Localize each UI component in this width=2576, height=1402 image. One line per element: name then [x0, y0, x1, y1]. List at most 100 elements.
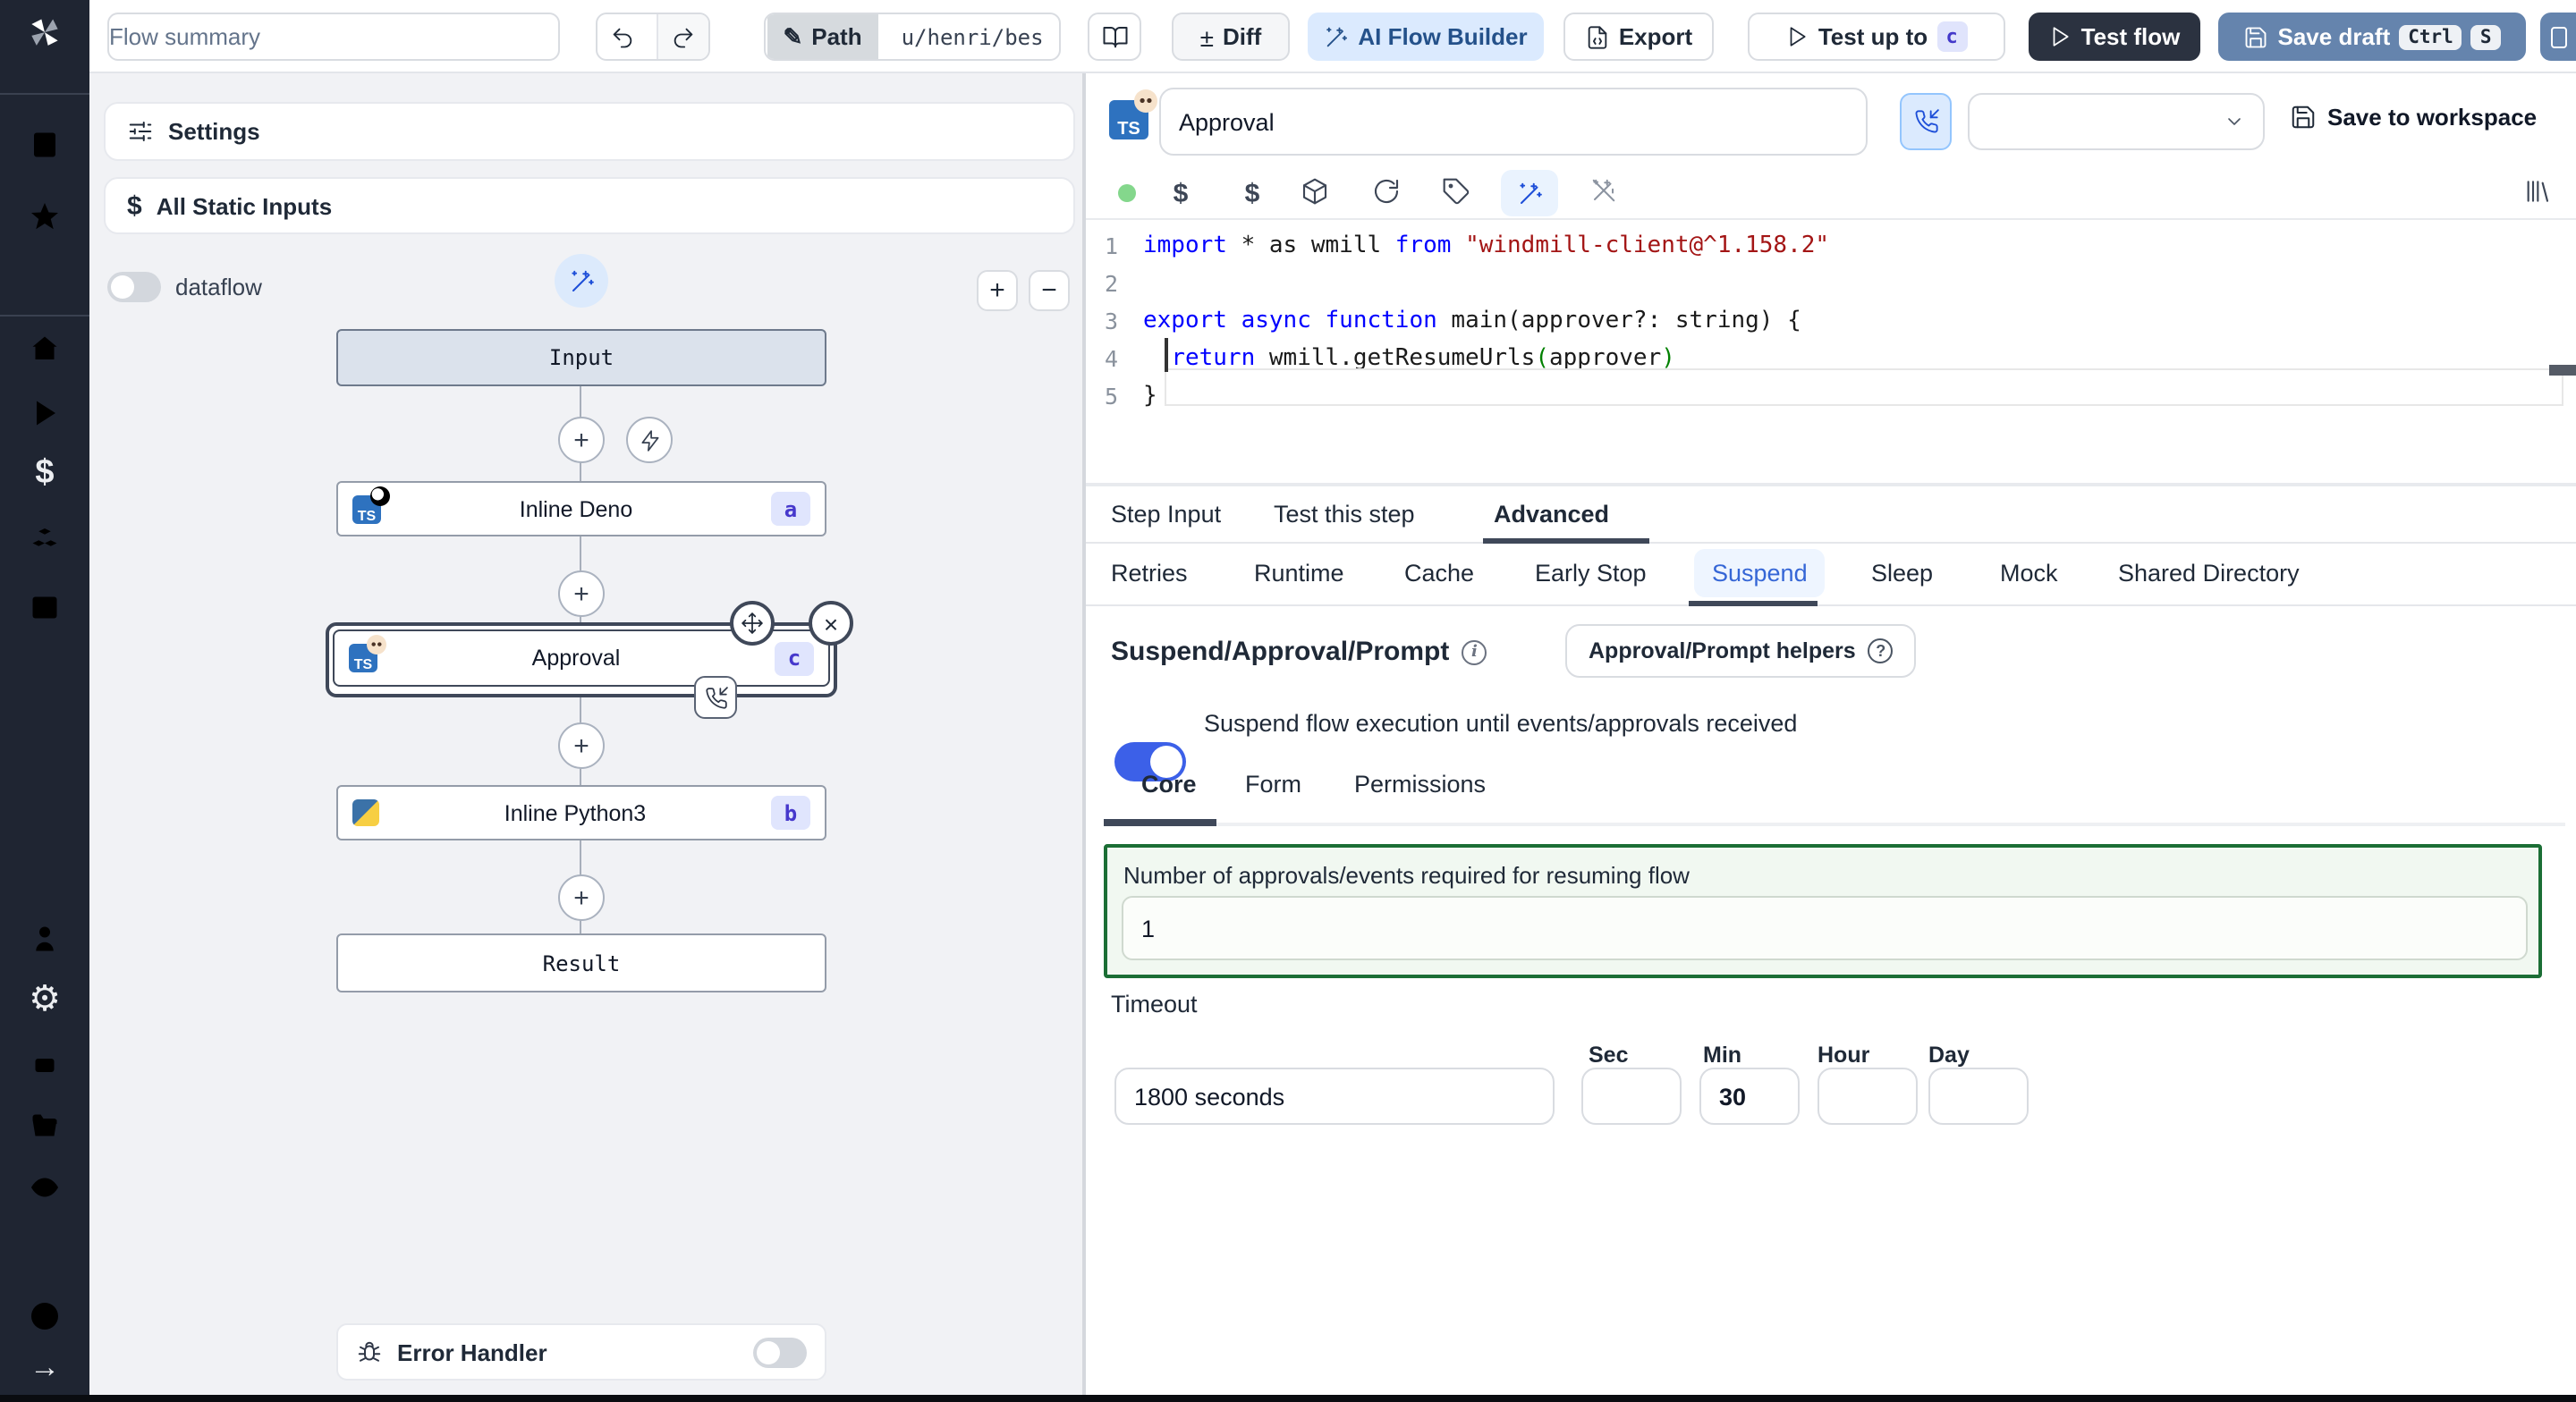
library-icon[interactable]	[2522, 177, 2551, 206]
docs-button[interactable]	[1088, 13, 1141, 61]
code-line[interactable]: 1 import * as wmill from "windmill-client…	[1086, 227, 2576, 265]
test-flow-button[interactable]: Test flow	[2029, 13, 2200, 61]
windmill-logo-icon[interactable]	[25, 14, 64, 54]
error-handler-toggle[interactable]	[753, 1337, 807, 1367]
diff-button[interactable]: ± Diff	[1172, 13, 1290, 61]
flow-node-result[interactable]: Result	[336, 933, 826, 992]
wand-sparkles-icon	[1519, 182, 1541, 203]
tab-cache[interactable]: Cache	[1404, 560, 1474, 587]
person-icon[interactable]	[29, 923, 61, 955]
dataflow-toggle[interactable]	[107, 272, 161, 302]
tab-advanced-underline	[1483, 538, 1649, 544]
editor-scrollbar-mark[interactable]	[2549, 365, 2576, 376]
script-version-select[interactable]	[1968, 93, 2265, 150]
error-handler-bar[interactable]: Error Handler	[336, 1323, 826, 1381]
suspend-phone-badge[interactable]	[694, 676, 737, 719]
tab-test-this-step[interactable]: Test this step	[1274, 501, 1415, 528]
package-icon[interactable]	[1301, 177, 1329, 206]
flow-node-input[interactable]: Input	[336, 329, 826, 386]
ai-flow-builder-button[interactable]: AI Flow Builder	[1308, 13, 1544, 61]
code-line[interactable]: 3 export async function main(approver?: s…	[1086, 302, 2576, 340]
home-icon[interactable]	[29, 333, 61, 365]
suspend-toggle-label: Suspend flow execution until events/appr…	[1204, 710, 1798, 737]
flow-node-approval-selected[interactable]: TS Approval c ×	[326, 601, 853, 719]
play-icon[interactable]	[29, 397, 61, 429]
tab-retries[interactable]: Retries	[1111, 560, 1188, 587]
step-name-input[interactable]: Approval	[1159, 88, 1868, 156]
flow-node-inline-deno[interactable]: TS Inline Deno a	[336, 481, 826, 536]
info-icon[interactable]: i	[1462, 639, 1487, 664]
cubes-icon[interactable]	[29, 526, 61, 558]
line-number: 5	[1104, 383, 1118, 410]
add-step-button[interactable]: +	[558, 570, 605, 617]
test-up-to-button[interactable]: Test up to c	[1748, 13, 2005, 61]
save-to-workspace-button[interactable]: Save to workspace	[2290, 104, 2537, 131]
approvals-required-input[interactable]: 1	[1122, 896, 2528, 960]
arrow-right-icon[interactable]: →	[29, 1350, 61, 1384]
move-node-handle[interactable]	[730, 601, 775, 646]
zoom-out-button[interactable]: −	[1029, 270, 1070, 311]
ai-assistant-button-active[interactable]	[1501, 170, 1558, 216]
deploy-button-partial[interactable]	[2540, 13, 2576, 61]
code-line[interactable]: 2	[1086, 265, 2576, 302]
unit-hour-label: Hour	[1818, 1043, 1870, 1068]
flow-settings-bar[interactable]: Settings	[104, 102, 1075, 161]
flow-summary-input[interactable]: Flow summary	[107, 13, 560, 61]
flow-node-inline-python[interactable]: Inline Python3 b	[336, 785, 826, 840]
play-outline-icon	[1791, 27, 1807, 46]
approval-node-label: Approval	[531, 646, 621, 671]
ai-wand-button[interactable]	[555, 254, 608, 308]
eye-icon[interactable]	[29, 1171, 61, 1204]
save-draft-button[interactable]: Save draft Ctrl S	[2218, 13, 2526, 61]
add-step-button[interactable]: +	[558, 722, 605, 769]
building-icon[interactable]	[29, 129, 61, 161]
tag-icon[interactable]	[1442, 177, 1470, 206]
folder-icon[interactable]	[29, 1111, 61, 1143]
test-flow-label: Test flow	[2080, 23, 2181, 50]
calendar-icon[interactable]	[29, 590, 61, 622]
tab-suspend-active[interactable]: Suspend	[1694, 549, 1826, 597]
tab-permissions[interactable]: Permissions	[1354, 771, 1486, 798]
tab-shared-directory[interactable]: Shared Directory	[2118, 560, 2300, 587]
code-token: "windmill-client@^1.158.2"	[1465, 232, 1830, 259]
help-circle-icon[interactable]	[29, 1300, 61, 1332]
robot-icon[interactable]	[29, 1048, 61, 1080]
tab-runtime[interactable]: Runtime	[1254, 560, 1344, 587]
timeout-min-input[interactable]: 30	[1699, 1068, 1800, 1125]
ai-disabled-icon[interactable]	[1590, 177, 1617, 204]
star-icon[interactable]	[29, 200, 61, 232]
current-line-highlight	[1165, 368, 2563, 406]
dollar-icon[interactable]: $	[29, 454, 61, 492]
delete-node-button[interactable]: ×	[809, 601, 853, 646]
tab-form[interactable]: Form	[1245, 771, 1301, 798]
editor-status-dot	[1118, 184, 1136, 202]
timeout-input[interactable]: 1800 seconds	[1114, 1068, 1555, 1125]
diff-label: Diff	[1223, 23, 1262, 50]
add-step-button[interactable]: +	[558, 874, 605, 921]
timeout-day-input[interactable]	[1928, 1068, 2029, 1125]
tab-step-input[interactable]: Step Input	[1111, 501, 1221, 528]
tab-advanced-active[interactable]: Advanced	[1494, 501, 1609, 528]
export-button[interactable]: Export	[1563, 13, 1714, 61]
dollar-icon: $	[127, 190, 142, 221]
timeout-sec-input[interactable]	[1581, 1068, 1682, 1125]
tab-sleep[interactable]: Sleep	[1871, 560, 1933, 587]
zoom-in-button[interactable]: +	[977, 270, 1018, 311]
undo-button[interactable]	[597, 14, 648, 59]
tab-early-stop[interactable]: Early Stop	[1535, 560, 1647, 587]
resource-picker-icon[interactable]: $	[1233, 173, 1272, 213]
reload-icon[interactable]	[1372, 177, 1401, 206]
suspend-phone-toggle-button[interactable]	[1900, 93, 1952, 150]
all-static-inputs-bar[interactable]: $ All Static Inputs	[104, 177, 1075, 234]
trigger-button[interactable]	[626, 417, 673, 463]
add-step-button[interactable]: +	[558, 417, 605, 463]
gear-icon[interactable]: ⚙	[29, 979, 61, 1018]
tab-mock[interactable]: Mock	[2000, 560, 2058, 587]
variable-picker-icon[interactable]: $	[1161, 173, 1200, 213]
redo-button[interactable]	[657, 14, 708, 59]
tab-core-active[interactable]: Core	[1141, 771, 1197, 798]
suspend-section-header: Suspend/Approval/Prompt i	[1111, 637, 1487, 667]
timeout-hour-input[interactable]	[1818, 1068, 1918, 1125]
approval-prompt-helpers-button[interactable]: Approval/Prompt helpers ?	[1565, 624, 1917, 678]
path-button[interactable]: ✎ Path u/henri/bes	[764, 13, 1061, 61]
